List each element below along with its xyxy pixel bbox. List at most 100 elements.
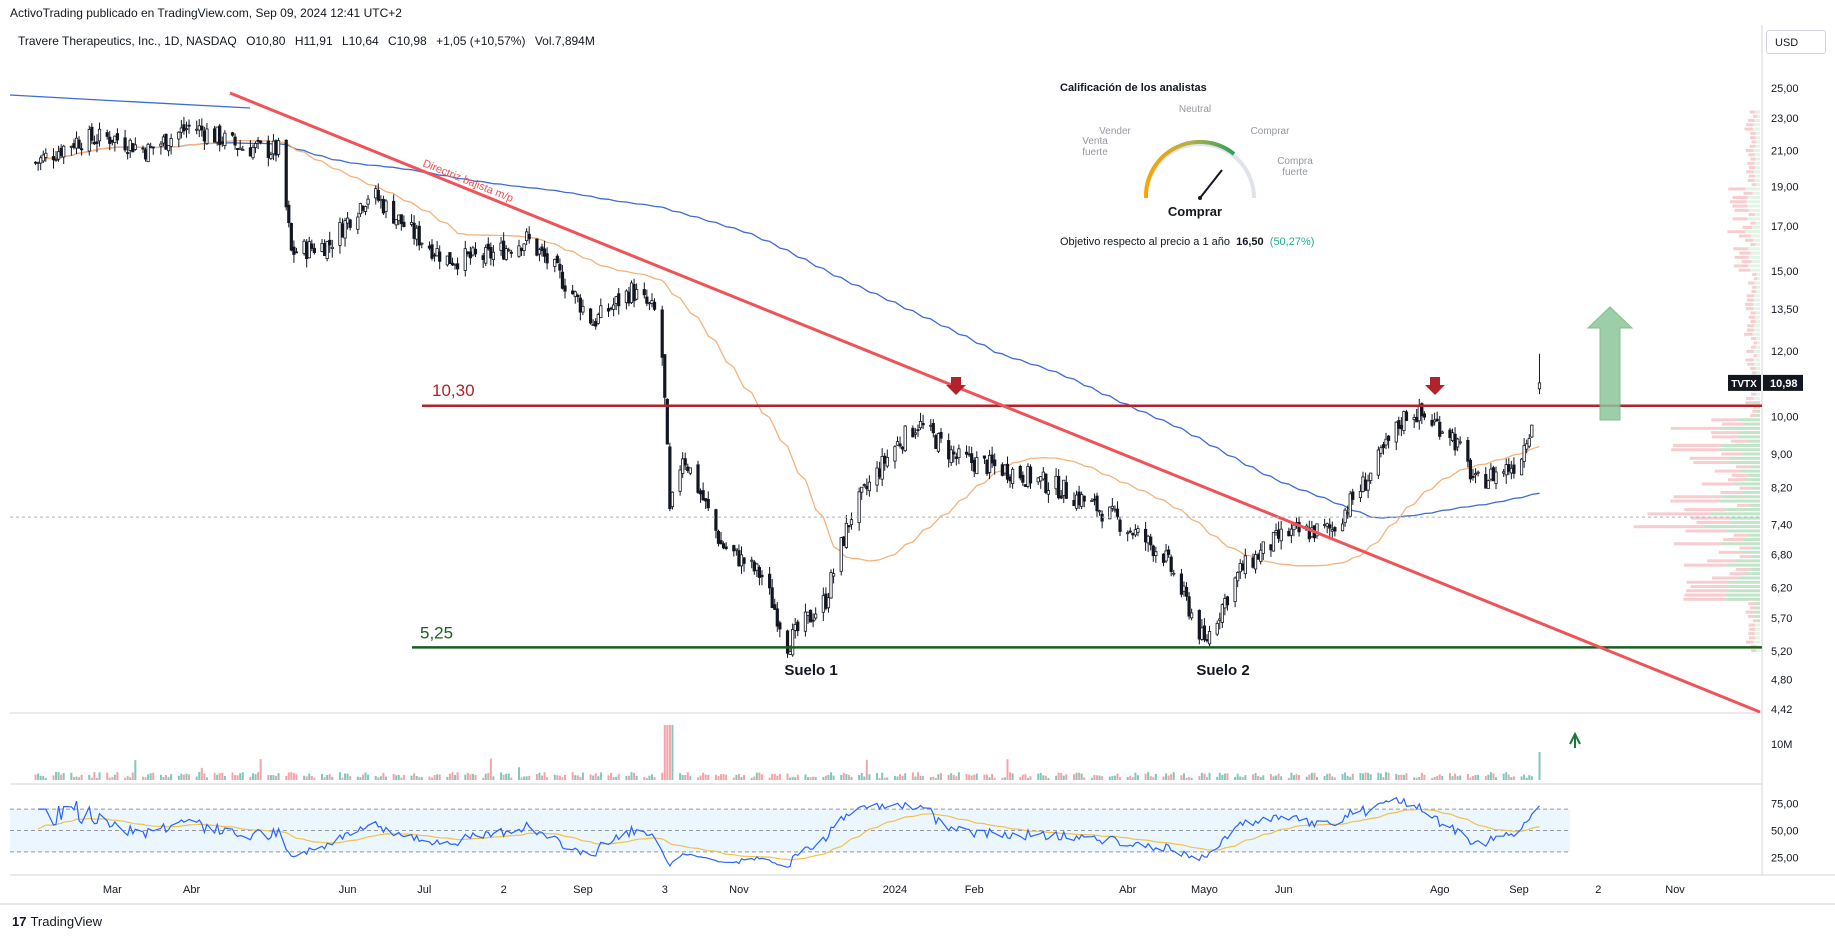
volume-profile-bar [1753, 307, 1760, 311]
candle-body [964, 451, 969, 455]
candle-body [363, 206, 368, 212]
candle-body [893, 446, 897, 462]
volume-profile-bar [1729, 461, 1760, 465]
candle-body [97, 128, 102, 142]
volume-bar [845, 773, 848, 780]
volume-profile-bar [1751, 649, 1756, 653]
candle-body [1097, 510, 1102, 513]
volume-bar [610, 772, 613, 780]
time-axis-tick: Jun [1275, 884, 1293, 896]
volume-profile-bar [1751, 392, 1757, 396]
volume-bar [717, 776, 720, 780]
price-axis-tick: 4,80 [1771, 674, 1792, 686]
price-axis-tick: 9,00 [1771, 449, 1792, 461]
candle-body [1028, 466, 1033, 484]
volume-profile-bar [1753, 302, 1760, 306]
volume-bar [743, 775, 746, 780]
volume-bar [1203, 773, 1206, 780]
volume-profile-bar [1752, 409, 1757, 413]
candle-body [453, 263, 457, 266]
volume-profile-bar [1753, 610, 1760, 614]
candle-body [883, 455, 887, 464]
volume-bar [612, 777, 615, 780]
volume-profile-bar [1756, 285, 1760, 289]
candle-body [87, 129, 91, 152]
volume-bar [1024, 774, 1027, 780]
volume-profile-bar [1750, 268, 1760, 272]
volume-profile-bar [1711, 576, 1739, 580]
volume-profile-bar [1731, 473, 1748, 477]
analyst-verdict: Comprar [1167, 204, 1223, 219]
candle-body [1473, 473, 1478, 476]
candle-body [596, 314, 600, 324]
volume-bar [308, 773, 311, 780]
candle-body [361, 205, 365, 211]
candle-body [814, 613, 818, 619]
volume-bar [436, 774, 439, 780]
volume-bar [546, 777, 549, 780]
volume-bar [1451, 776, 1454, 780]
volume-bar [1415, 777, 1418, 780]
tradingview-brand[interactable]: 17 TradingView [12, 914, 102, 929]
volume-profile-bar [1741, 550, 1760, 554]
volume-bar [93, 772, 96, 780]
candle-body [985, 459, 989, 474]
volume-profile-bar [1757, 277, 1760, 281]
volume-profile-bar [1749, 627, 1756, 631]
volume-profile-bar [1726, 580, 1760, 584]
volume-profile-bar [1751, 337, 1756, 341]
volume-bar [1295, 774, 1298, 780]
volume-bar [904, 773, 907, 780]
candle-body [241, 148, 245, 151]
price-axis[interactable]: 25,00 23,00 21,00 19,00 17,00 15,00 13,50 12,00… [1771, 83, 1799, 716]
candle-body [236, 148, 240, 150]
volume-bar [231, 772, 234, 780]
volume-profile-bar [1739, 486, 1751, 490]
volume-bar [1505, 772, 1508, 780]
volume-bar [809, 777, 812, 780]
volume-bar [1111, 775, 1114, 780]
volume-bar [653, 776, 656, 780]
candle-body [1044, 473, 1048, 493]
volume-profile-bar [1709, 512, 1760, 516]
volume-bar [1098, 775, 1101, 780]
candle-body [721, 543, 726, 549]
volume-profile-bar [1747, 281, 1755, 285]
candle-body [737, 550, 741, 567]
currency-selector[interactable]: USD [1766, 30, 1826, 54]
candle-body [918, 421, 923, 429]
candle-body [450, 262, 455, 266]
candle-body [645, 296, 649, 304]
candle-body [1333, 527, 1337, 532]
volume-profile-bar [1755, 636, 1760, 640]
candle-body [399, 214, 403, 225]
candle-body [233, 136, 237, 146]
candle-body [808, 609, 813, 623]
volume-bar [1344, 772, 1347, 780]
volume-bar [182, 774, 185, 780]
volume-profile-bar [1751, 260, 1760, 264]
candle-body [972, 460, 976, 472]
volume-bar [899, 774, 902, 780]
volume-bar [1477, 774, 1480, 780]
candle-body [412, 222, 416, 239]
volume-bar [1009, 772, 1012, 780]
candle-body [41, 154, 45, 162]
volume-bar [663, 725, 666, 780]
volume-bar [1065, 774, 1068, 780]
candle-body [954, 456, 958, 459]
candle-body [949, 449, 953, 464]
candle-body [1187, 596, 1191, 617]
volume-bar [1275, 775, 1278, 780]
time-axis-tick: Jun [339, 884, 357, 896]
candle-body [287, 204, 291, 224]
symbol-legend: Travere Therapeutics, Inc., 1D, NASDAQ O… [18, 34, 601, 48]
candle-body [1172, 572, 1176, 575]
time-axis[interactable]: Mar Abr Jun Jul 2 Sep 3 Nov 2024 Feb Abr Mayo Jun Ago… [103, 884, 1685, 896]
volume-bar [1259, 776, 1262, 780]
volume-bar [758, 772, 761, 780]
candle-body [1095, 495, 1099, 512]
candle-body [519, 247, 524, 252]
candle-body [1330, 529, 1334, 532]
candle-body [1256, 554, 1260, 560]
